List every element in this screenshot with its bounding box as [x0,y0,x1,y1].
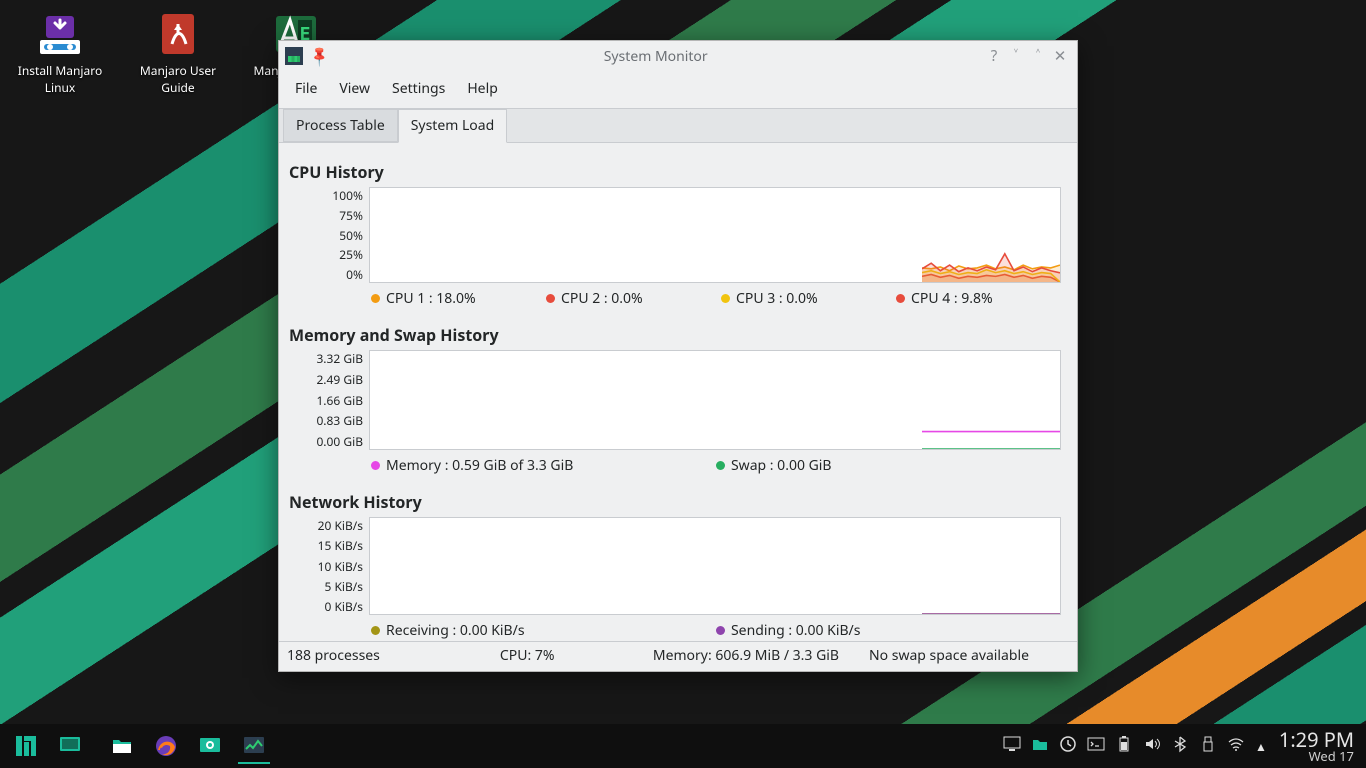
mem-legend: Memory : 0.59 GiB of 3.3 GiB Swap : 0.00 … [289,450,1061,485]
net-chart [369,517,1061,615]
tab-system-load[interactable]: System Load [398,109,507,143]
legend-label: Memory : 0.59 GiB of 3.3 GiB [386,456,573,475]
tray-volume-icon[interactable] [1143,735,1161,758]
menubar: File View Settings Help [279,71,1077,108]
taskbar-filemanager[interactable] [102,726,142,766]
legend-label: Receiving : 0.00 KiB/s [386,621,525,640]
cpu-legend: CPU 1 : 18.0% CPU 2 : 0.0% CPU 3 : 0.0% CPU… [289,283,1061,318]
tabs: Process Table System Load [279,108,1077,143]
legend-item: CPU 3 : 0.0% [721,289,896,308]
titlebar[interactable]: 📌 System Monitor ? ˅ ˄ ✕ [279,41,1077,71]
legend-item: Memory : 0.59 GiB of 3.3 GiB [371,456,716,475]
pdf-icon [154,10,202,58]
tray-folder-icon[interactable] [1031,735,1049,758]
legend-item: CPU 1 : 18.0% [371,289,546,308]
legend-color-dot [721,294,730,303]
taskbar-system-monitor[interactable] [234,726,274,766]
system-monitor-window: 📌 System Monitor ? ˅ ˄ ✕ File View Setti… [278,40,1078,672]
cpu-y-axis: 100% 75% 50% 25% 0% [289,187,369,283]
menu-settings[interactable]: Settings [384,77,453,100]
legend-label: CPU 2 : 0.0% [561,289,643,308]
tray-expand-icon[interactable]: ▲ [1255,738,1267,755]
taskbar-desktop-button[interactable] [50,726,90,766]
desktop-icon-install[interactable]: Install Manjaro Linux [10,10,110,96]
net-section-title: Network History [289,491,1061,513]
legend-color-dot [716,626,725,635]
close-icon[interactable]: ✕ [1049,46,1071,66]
status-cpu: CPU: 7% [500,646,555,665]
help-icon[interactable]: ? [983,46,1005,66]
mem-y-axis: 3.32 GiB 2.49 GiB 1.66 GiB 0.83 GiB 0.00… [289,350,369,450]
legend-label: CPU 3 : 0.0% [736,289,818,308]
legend-color-dot [716,461,725,470]
legend-color-dot [546,294,555,303]
mem-chart [369,350,1061,450]
start-menu-button[interactable] [6,726,46,766]
legend-item: Receiving : 0.00 KiB/s [371,621,716,640]
status-swap: No swap space available [869,646,1029,665]
net-y-axis: 20 KiB/s 15 KiB/s 10 KiB/s 5 KiB/s 0 KiB… [289,517,369,615]
net-legend: Receiving : 0.00 KiB/s Sending : 0.00 KiB… [289,615,1061,641]
status-bar: 188 processes CPU: 7% Memory: 606.9 MiB … [279,641,1077,671]
maximize-icon[interactable]: ˄ [1027,46,1049,66]
cpu-section-title: CPU History [289,161,1061,183]
status-memory: Memory: 606.9 MiB / 3.3 GiB [653,646,839,665]
mem-section-title: Memory and Swap History [289,324,1061,346]
tray-bluetooth-icon[interactable] [1171,735,1189,758]
taskbar-firefox[interactable] [146,726,186,766]
legend-color-dot [371,294,380,303]
tray-usb-icon[interactable] [1199,735,1217,758]
tray-battery-icon[interactable] [1115,735,1133,758]
window-title: System Monitor [328,47,983,66]
tray-terminal-icon[interactable] [1087,735,1105,758]
legend-color-dot [896,294,905,303]
desktop-icon-guide[interactable]: Manjaro User Guide [128,10,228,96]
status-processes: 188 processes [287,646,380,665]
legend-item: CPU 2 : 0.0% [546,289,721,308]
taskbar-clock[interactable]: 1:29 PM Wed 17 [1273,729,1362,764]
tray-display-icon[interactable] [1003,735,1021,758]
taskbar-screenshot[interactable] [190,726,230,766]
legend-label: CPU 4 : 9.8% [911,289,993,308]
desktop-icon-label: Install Manjaro Linux [10,62,110,96]
minimize-icon[interactable]: ˅ [1005,46,1027,66]
desktop-icon-label: Manjaro User Guide [128,62,228,96]
cpu-chart [369,187,1061,283]
legend-item: Sending : 0.00 KiB/s [716,621,860,640]
app-icon [285,47,303,65]
menu-help[interactable]: Help [459,77,506,100]
menu-view[interactable]: View [331,77,378,100]
legend-label: CPU 1 : 18.0% [386,289,476,308]
tray-update-icon[interactable] [1059,735,1077,758]
legend-color-dot [371,461,380,470]
tray-wifi-icon[interactable] [1227,735,1245,758]
legend-label: Swap : 0.00 GiB [731,456,832,475]
system-tray: ▲ [997,735,1273,758]
legend-item: CPU 4 : 9.8% [896,289,993,308]
menu-file[interactable]: File [287,77,325,100]
box-download-icon [36,10,84,58]
legend-item: Swap : 0.00 GiB [716,456,832,475]
tab-process-table[interactable]: Process Table [283,109,398,142]
taskbar: ▲ 1:29 PM Wed 17 [0,724,1366,768]
legend-color-dot [371,626,380,635]
legend-label: Sending : 0.00 KiB/s [731,621,860,640]
